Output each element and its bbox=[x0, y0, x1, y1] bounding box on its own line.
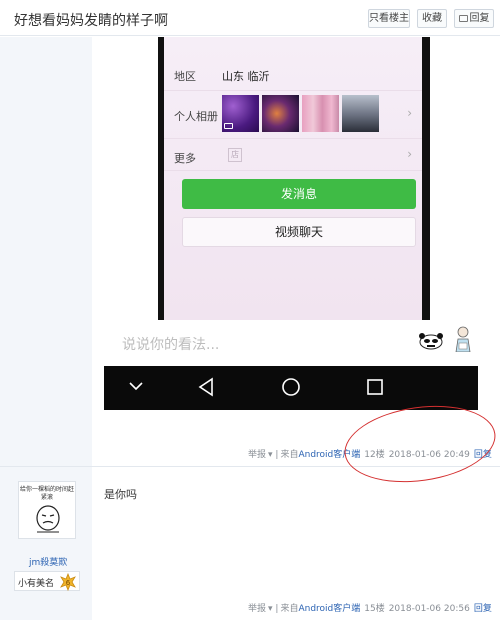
rank-label: 小有美名 bbox=[18, 579, 55, 589]
reply-link[interactable]: 回复 bbox=[474, 604, 492, 614]
reply-icon bbox=[458, 15, 468, 22]
post-time: 2018-01-06 20:56 bbox=[388, 604, 470, 614]
thread-title: 好想看妈妈发睛的样子啊 bbox=[14, 13, 168, 29]
comment-placeholder: 说说你的看法... bbox=[122, 337, 220, 353]
chevron-down-icon bbox=[129, 382, 143, 391]
more-row: 更多 店 › bbox=[164, 139, 422, 171]
region-label: 地区 bbox=[174, 70, 196, 83]
album-thumb bbox=[342, 95, 379, 132]
rank-badge-icon: 6 bbox=[60, 573, 76, 591]
reply-button-label: 回复 bbox=[469, 13, 490, 24]
avatar-caption: 给你一棵稻的时间赶紧滚 bbox=[19, 486, 74, 501]
comment-bar: 说说你的看法... bbox=[104, 320, 478, 366]
avatar[interactable]: 给你一棵稻的时间赶紧滚 bbox=[18, 481, 76, 539]
more-label: 更多 bbox=[174, 152, 196, 165]
post-image[interactable]: 地区 山东 临沂 个人相册 › 更多 店 › 发消息 视频聊天 说说你的看法..… bbox=[104, 37, 478, 410]
back-icon bbox=[198, 377, 213, 397]
recent-apps-icon bbox=[367, 379, 383, 395]
meme-face-icon bbox=[36, 505, 60, 533]
floor-number: 15楼 bbox=[364, 604, 385, 614]
rank-badge: 小有美名 6 bbox=[14, 571, 80, 591]
person-sticker-icon bbox=[455, 326, 471, 352]
region-value: 山东 临沂 bbox=[222, 70, 270, 83]
post-content: 是你吗 bbox=[104, 488, 137, 501]
android-nav-bar bbox=[104, 366, 478, 410]
album-thumb-video bbox=[222, 95, 259, 132]
post-meta: 举报 ▾ | 来自Android客户端 15楼 2018-01-06 20:56 回… bbox=[248, 604, 492, 614]
author-name[interactable]: jm殺莫欺 bbox=[29, 555, 67, 568]
album-thumb bbox=[262, 95, 299, 132]
phone-screen: 地区 山东 临沂 个人相册 › 更多 店 › 发消息 视频聊天 bbox=[164, 37, 422, 320]
album-label: 个人相册 bbox=[174, 110, 218, 123]
chevron-right-icon: › bbox=[407, 106, 412, 120]
shop-icon: 店 bbox=[228, 148, 242, 162]
home-icon bbox=[282, 378, 300, 396]
region-row: 地区 山东 临沂 bbox=[164, 57, 422, 91]
report-link[interactable]: 举报 bbox=[248, 450, 266, 460]
phone-bezel-right bbox=[422, 37, 430, 320]
report-link[interactable]: 举报 bbox=[248, 604, 266, 614]
source-prefix: 来自 bbox=[280, 604, 299, 614]
video-icon bbox=[224, 123, 233, 129]
send-message-button: 发消息 bbox=[182, 179, 416, 209]
red-annotation-circle bbox=[339, 396, 500, 492]
source-prefix: 来自 bbox=[280, 450, 299, 460]
thread-header: 好想看妈妈发睛的样子啊 只看楼主 收藏 回复 bbox=[0, 0, 500, 36]
album-row: 个人相册 › bbox=[164, 91, 422, 139]
panda-sticker-icon bbox=[419, 333, 443, 350]
source-link[interactable]: Android客户端 bbox=[298, 604, 360, 614]
only-op-button[interactable]: 只看楼主 bbox=[368, 9, 410, 28]
album-thumb bbox=[302, 95, 339, 132]
reply-button[interactable]: 回复 bbox=[454, 9, 494, 28]
rank-level: 6 bbox=[66, 579, 71, 587]
video-chat-button: 视频聊天 bbox=[182, 217, 416, 247]
favorite-button[interactable]: 收藏 bbox=[417, 9, 447, 28]
chevron-right-icon: › bbox=[407, 147, 412, 161]
